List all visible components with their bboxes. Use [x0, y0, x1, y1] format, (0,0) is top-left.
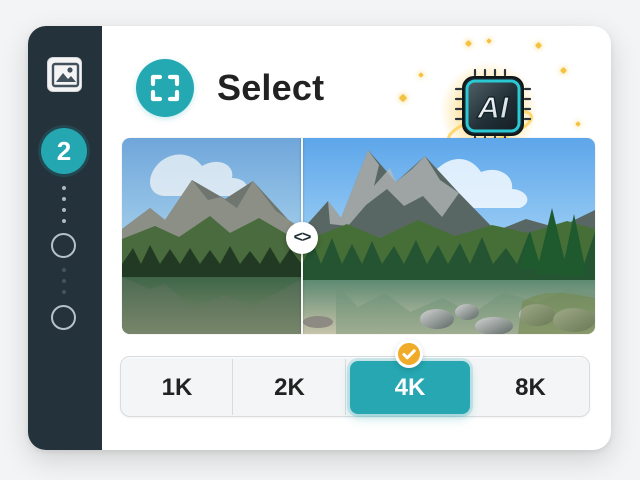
sparkle — [575, 121, 581, 127]
select-icon — [150, 74, 180, 102]
image-icon — [51, 62, 80, 88]
progress-dot — [62, 197, 66, 201]
progress-dot — [62, 268, 66, 272]
sparkle — [418, 72, 424, 78]
step-number: 2 — [56, 135, 72, 166]
resolution-1k-button[interactable]: 1K — [121, 357, 233, 418]
resolution-8k-button[interactable]: 8K — [470, 357, 591, 418]
step-4[interactable] — [51, 305, 76, 330]
progress-dot — [62, 290, 66, 294]
step-3[interactable] — [51, 233, 76, 258]
sparkle — [534, 41, 543, 50]
sidebar: 2 — [28, 26, 102, 450]
sparkle — [486, 38, 492, 44]
image-button[interactable] — [47, 57, 82, 92]
progress-dot — [62, 219, 66, 223]
sparkle — [559, 66, 568, 75]
progress-dot — [62, 208, 66, 212]
selected-check-badge — [395, 340, 423, 368]
sparkle — [464, 39, 473, 48]
comparison-handle[interactable]: <> — [286, 222, 318, 254]
editor-card: 2 Select AI <> 1K 2K 4K 8K — [28, 26, 611, 450]
resolution-selector: 1K 2K 4K 8K — [120, 356, 590, 417]
landscape-preview — [122, 138, 595, 334]
check-icon — [402, 349, 416, 360]
step-2[interactable]: 2 — [41, 128, 87, 174]
sparkle — [398, 93, 408, 103]
image-preview[interactable]: <> — [122, 138, 595, 334]
ai-badge-label: AI — [477, 90, 510, 125]
progress-dot — [62, 186, 66, 190]
page-title: Select — [217, 67, 325, 108]
resolution-2k-button[interactable]: 2K — [233, 357, 346, 418]
comparison-handle-label: <> — [293, 229, 312, 246]
select-icon-button[interactable] — [136, 59, 194, 117]
progress-dot — [62, 279, 66, 283]
